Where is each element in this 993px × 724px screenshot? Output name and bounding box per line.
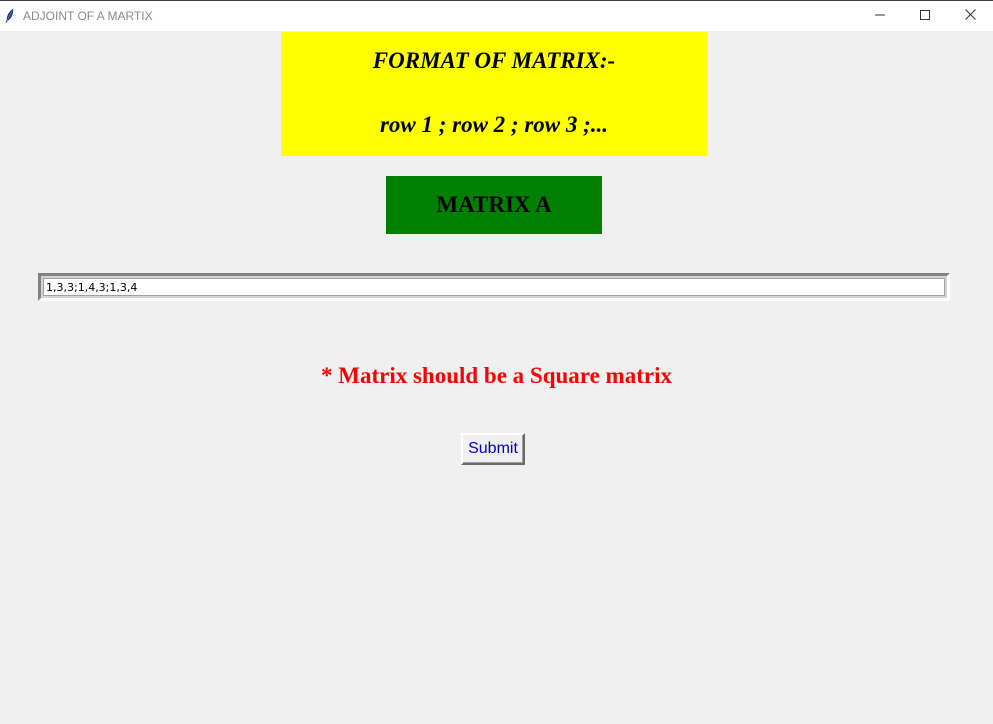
feather-icon (5, 8, 15, 24)
format-example: row 1 ; row 2 ; row 3 ;... (379, 112, 609, 137)
format-heading: FORMAT OF MATRIX:- (372, 48, 616, 73)
minimize-button[interactable] (857, 1, 903, 31)
close-button[interactable] (947, 1, 993, 31)
matrix-a-label: MATRIX A (386, 176, 602, 234)
title-bar[interactable]: ADJOINT OF A MARTIX (0, 1, 993, 31)
matrix-input-frame (38, 273, 950, 301)
format-instructions: FORMAT OF MATRIX:- row 1 ; row 2 ; row 3… (281, 32, 707, 156)
close-icon (964, 7, 976, 25)
minimize-icon (875, 7, 885, 25)
window-title: ADJOINT OF A MARTIX (23, 9, 153, 23)
square-matrix-warning: * Matrix should be a Square matrix (321, 363, 672, 388)
matrix-input[interactable] (43, 278, 945, 296)
submit-button[interactable]: Submit (461, 433, 525, 465)
maximize-button[interactable] (902, 1, 948, 31)
maximize-icon (920, 7, 930, 25)
app-window: ADJOINT OF A MARTIX FORMAT OF MATRIX:- r… (0, 0, 993, 724)
